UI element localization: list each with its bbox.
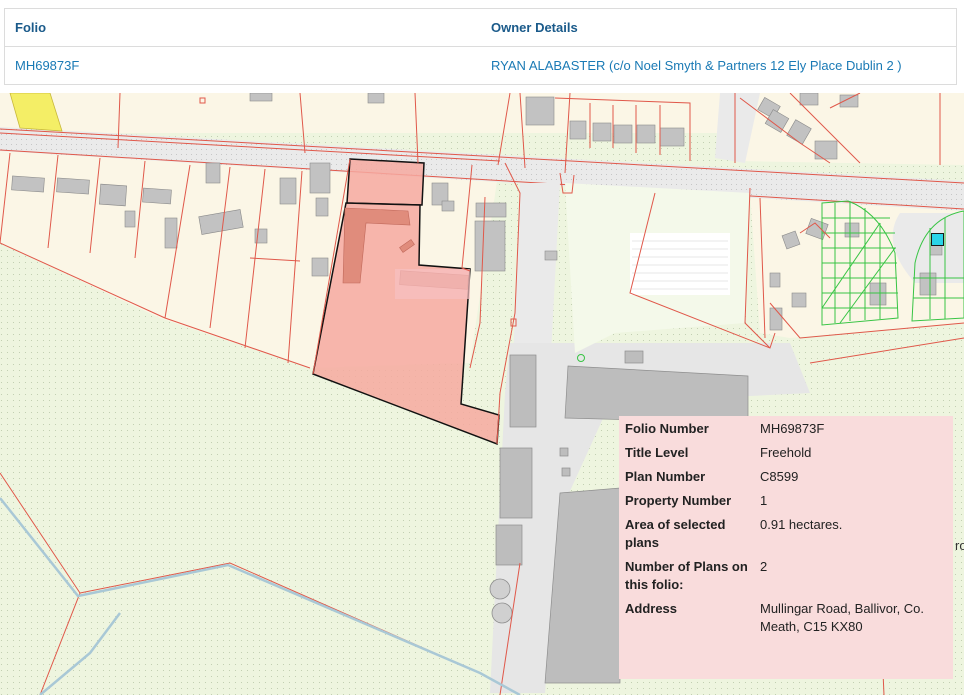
popup-value: Freehold (760, 445, 812, 460)
popup-label: Number of Plans on this folio: (625, 559, 748, 592)
tank (491, 602, 513, 624)
sports-pitch (630, 233, 730, 295)
popup-value: MH69873F (760, 421, 825, 436)
folio-info-popup: Folio Number MH69873F Title Level Freeho… (619, 416, 953, 679)
popup-value: 2 (760, 559, 768, 574)
popup-label: Area of selected plans (625, 517, 726, 550)
selected-parcel-north[interactable] (346, 158, 425, 206)
popup-row: Number of Plans on this folio: 2 (625, 558, 947, 594)
popup-label: Property Number (625, 493, 732, 508)
map-view[interactable]: ro Folio Number MH69873F Title Level Fre… (0, 93, 964, 695)
folio-table: Folio Owner Details MH69873F RYAN ALABAS… (4, 8, 957, 85)
popup-label: Address (625, 601, 678, 616)
header-owner-details[interactable]: Owner Details (481, 20, 956, 35)
popup-label: Plan Number (625, 469, 706, 484)
popup-label: Folio Number (625, 421, 709, 436)
popup-row: Title Level Freehold (625, 444, 947, 462)
table-row[interactable]: MH69873F RYAN ALABASTER (c/o Noel Smyth … (5, 47, 956, 84)
popup-row: Property Number 1 (625, 492, 947, 510)
popup-value: C8599 (760, 469, 799, 484)
popup-row: Address Mullingar Road, Ballivor, Co. Me… (625, 600, 947, 636)
popup-label: Title Level (625, 445, 689, 460)
location-marker[interactable] (931, 233, 944, 246)
popup-value: 1 (760, 493, 768, 508)
header-folio[interactable]: Folio (5, 20, 481, 35)
cell-folio[interactable]: MH69873F (5, 58, 481, 73)
map-edge-label: ro (955, 538, 964, 553)
popup-row: Folio Number MH69873F (625, 420, 947, 438)
selected-parcel-yard (395, 269, 470, 299)
popup-value: Mullingar Road, Ballivor, Co. Meath, C15… (760, 601, 925, 634)
popup-row: Plan Number C8599 (625, 468, 947, 486)
tank (489, 578, 511, 600)
popup-value: 0.91 hectares. (760, 517, 843, 532)
cell-owner[interactable]: RYAN ALABASTER (c/o Noel Smyth & Partner… (481, 58, 956, 73)
table-header-row: Folio Owner Details (5, 9, 956, 47)
popup-row: Area of selected plans 0.91 hectares. (625, 516, 947, 552)
